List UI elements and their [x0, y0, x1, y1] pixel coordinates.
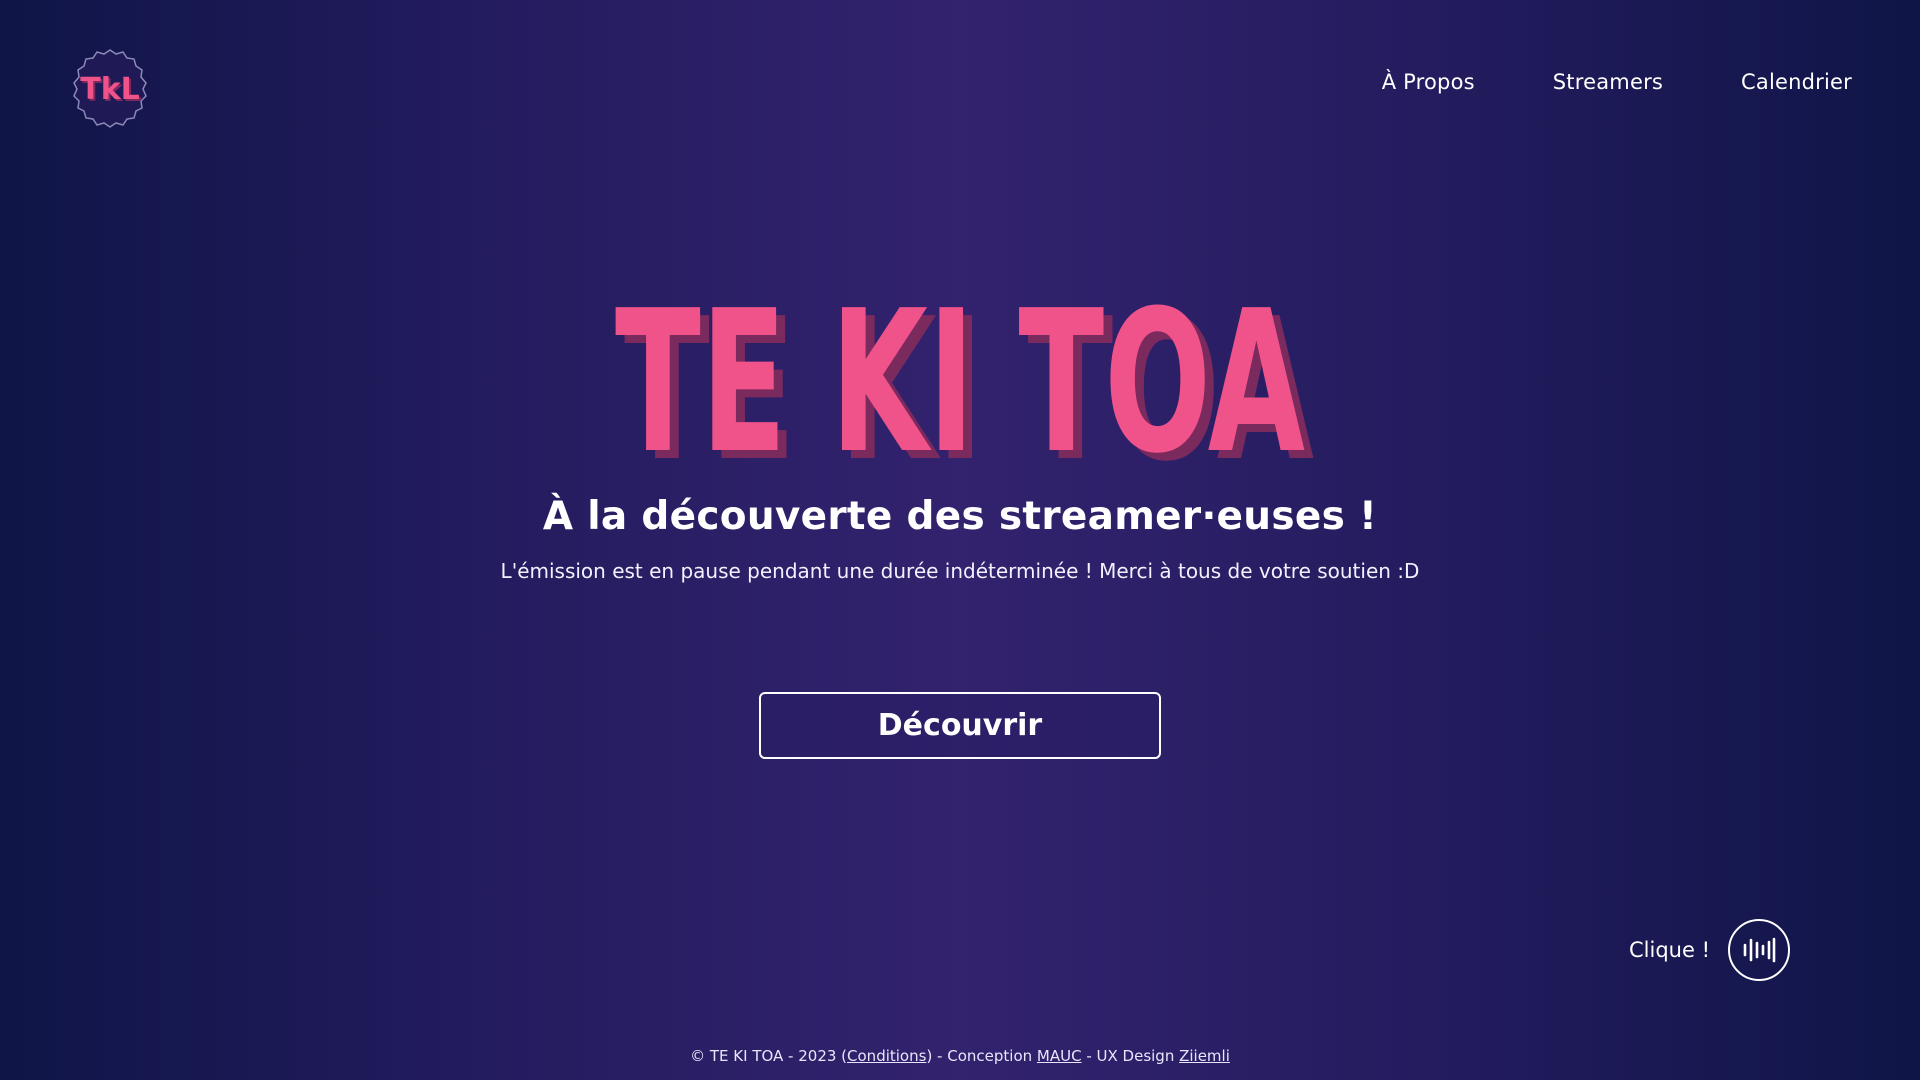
footer-mauc-link[interactable]: MAUC	[1037, 1047, 1082, 1065]
footer-ux-text: - UX Design	[1081, 1047, 1180, 1065]
hero-subtitle: À la découverte des streamer·euses !	[542, 494, 1378, 539]
tkl-badge-logo-icon: TkL TkL	[73, 49, 147, 128]
nav-link-calendrier[interactable]: Calendrier	[1741, 70, 1852, 94]
hero-title: TE KI TOA TE KI TOA	[615, 280, 1314, 470]
logo-text: TkL	[80, 72, 140, 107]
main-nav: À Propos Streamers Calendrier	[1382, 70, 1852, 94]
audio-waveform-icon	[1743, 937, 1776, 963]
footer-conditions-link[interactable]: Conditions	[847, 1047, 926, 1065]
hero-tagline: L'émission est en pause pendant une duré…	[500, 559, 1420, 583]
footer-copyright: © TE KI TOA - 2023 (	[690, 1047, 848, 1065]
footer-ziiemli-link[interactable]: Ziiemli	[1179, 1047, 1230, 1065]
footer: © TE KI TOA - 2023 (Conditions) - Concep…	[0, 1047, 1920, 1065]
sound-toggle-button[interactable]	[1728, 919, 1790, 981]
decouvrir-button[interactable]: Découvrir	[759, 692, 1161, 759]
footer-conception-text: ) - Conception	[926, 1047, 1037, 1065]
sound-widget: Clique !	[1629, 919, 1790, 981]
site-logo[interactable]: TkL TkL	[68, 46, 152, 130]
hero-title-text: TE KI TOA	[615, 280, 1305, 470]
hero-section: TE KI TOA TE KI TOA À la découverte des …	[0, 280, 1920, 583]
nav-link-a-propos[interactable]: À Propos	[1382, 70, 1475, 94]
sound-label: Clique !	[1629, 938, 1710, 962]
nav-link-streamers[interactable]: Streamers	[1553, 70, 1663, 94]
